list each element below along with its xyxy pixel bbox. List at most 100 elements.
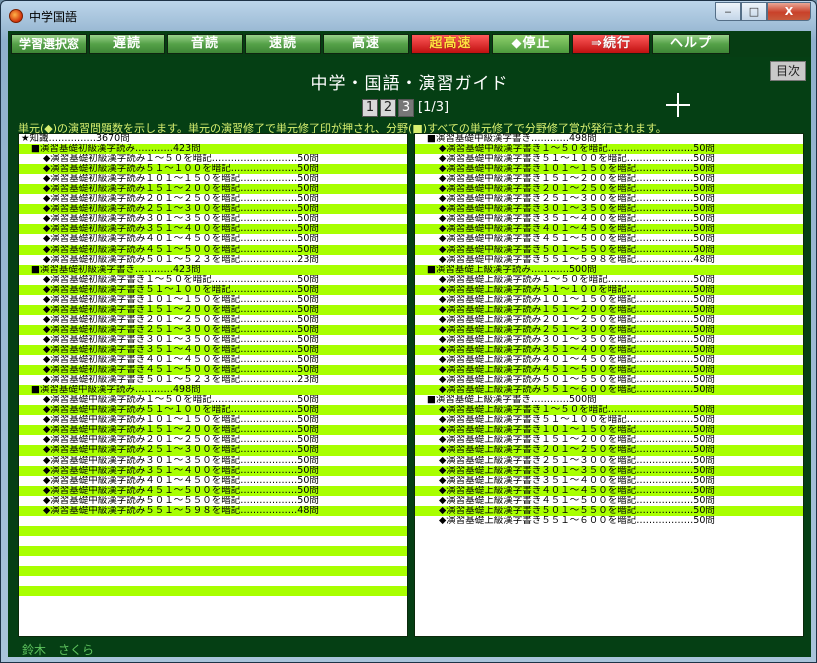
list-item[interactable]: ◆演習基礎初級漢字読み３０１～３５０を暗記………………50問 [19, 214, 407, 224]
list-item[interactable]: ◆演習基礎初級漢字読み４０１～４５０を暗記………………50問 [19, 234, 407, 244]
list-item[interactable]: ◆演習基礎上級漢字読み５０１～５５０を暗記………………50問 [415, 375, 803, 385]
list-item[interactable]: ◆演習基礎初級漢字書き３５１～４００を暗記………………50問 [19, 344, 407, 356]
list-item[interactable]: ◆演習基礎中級漢字書き１０１～１５０を暗記………………50問 [415, 164, 803, 175]
page-nav: 1 2 3 [1/3] [362, 99, 449, 117]
list-item[interactable]: ◆演習基礎中級漢字読み２０１～２５０を暗記………………50問 [19, 435, 407, 445]
category-row[interactable]: ★知識……………3670問 [19, 134, 407, 144]
list-item[interactable]: ◆演習基礎初級漢字読み２０１～２５０を暗記………………50問 [19, 194, 407, 204]
list-item[interactable]: ◆演習基礎初級漢字書き１０１～１５０を暗記………………50問 [19, 295, 407, 305]
list-item[interactable]: ◆演習基礎中級漢字読み５５１～５９８を暗記………………48問 [19, 505, 407, 516]
stop-button[interactable]: ◆停止 [492, 34, 570, 54]
page-1-button[interactable]: 1 [362, 99, 378, 117]
list-item[interactable]: ◆演習基礎中級漢字書き３０１～３５０を暗記………………50問 [415, 204, 803, 215]
continue-button[interactable]: ⇒続行 [572, 34, 650, 54]
app-icon [9, 9, 23, 23]
list-item[interactable]: ◆演習基礎初級漢字書き１５１～２００を暗記………………50問 [19, 304, 407, 315]
ultra-speed-button[interactable]: 超高速 [411, 34, 490, 54]
list-item[interactable]: ◆演習基礎初級漢字書き４５１～５００を暗記………………50問 [19, 365, 407, 376]
list-item[interactable]: ◆演習基礎中級漢字読み３５１～４００を暗記………………50問 [19, 465, 407, 476]
list-item[interactable]: ◆演習基礎初級漢字書き４０１～４５０を暗記………………50問 [19, 355, 407, 365]
list-item[interactable]: ◆演習基礎中級漢字読み２５１～３００を暗記………………50問 [19, 445, 407, 456]
list-item[interactable]: ◆演習基礎初級漢字読み５１～１００を暗記…………………50問 [19, 164, 407, 175]
list-item[interactable]: ◆演習基礎中級漢字読み３０１～３５０を暗記………………50問 [19, 456, 407, 466]
list-item[interactable]: ◆演習基礎中級漢字読み４５１～５００を暗記………………50問 [19, 485, 407, 496]
list-item[interactable]: ◆演習基礎中級漢字読み１～５０を暗記………………………50問 [19, 395, 407, 405]
list-item[interactable]: ◆演習基礎中級漢字読み１５１～２００を暗記………………50問 [19, 425, 407, 436]
list-item[interactable]: ◆演習基礎上級漢字読み１５１～２００を暗記………………50問 [415, 304, 803, 315]
minimize-button[interactable]: ‒ [715, 2, 741, 21]
list-item[interactable]: ◆演習基礎上級漢字書き１～５０を暗記………………………50問 [415, 405, 803, 416]
list-item[interactable]: ◆演習基礎上級漢字書き３０１～３５０を暗記………………50問 [415, 465, 803, 476]
study-select-button[interactable]: 学習選択窓 [11, 34, 87, 54]
list-item[interactable]: ◆演習基礎初級漢字読み４５１～５００を暗記………………50問 [19, 244, 407, 255]
list-item[interactable]: ◆演習基礎上級漢字読み５１～１００を暗記…………………50問 [415, 284, 803, 295]
list-item[interactable]: ◆演習基礎上級漢字書き５０１～５５０を暗記………………50問 [415, 505, 803, 516]
list-item[interactable]: ◆演習基礎中級漢字書き１５１～２００を暗記………………50問 [415, 174, 803, 184]
list-item[interactable]: ◆演習基礎中級漢字書き１～５０を暗記………………………50問 [415, 144, 803, 155]
list-item[interactable]: ◆演習基礎上級漢字書き４５１～５００を暗記………………50問 [415, 496, 803, 506]
list-item[interactable]: ◆演習基礎上級漢字書き２５１～３００を暗記………………50問 [415, 456, 803, 466]
list-item[interactable]: ◆演習基礎上級漢字読み５５１～６００を暗記………………50問 [415, 385, 803, 396]
list-item [19, 516, 407, 526]
toc-button[interactable]: 目次 [770, 61, 806, 81]
title-bar[interactable]: 中学国語 ‒ □ X [1, 1, 816, 31]
list-item[interactable]: ◆演習基礎中級漢字書き５１～１００を暗記…………………50問 [415, 154, 803, 164]
list-item[interactable]: ◆演習基礎初級漢字書き２５１～３００を暗記………………50問 [19, 324, 407, 335]
list-item[interactable]: ◆演習基礎上級漢字読み４５１～５００を暗記………………50問 [415, 365, 803, 376]
list-item[interactable]: ◆演習基礎中級漢字書き５５１～５９８を暗記………………48問 [415, 255, 803, 265]
list-item[interactable]: ◆演習基礎初級漢字書き３０１～３５０を暗記………………50問 [19, 335, 407, 345]
list-item[interactable]: ◆演習基礎中級漢字読み５０１～５５０を暗記………………50問 [19, 496, 407, 506]
list-item[interactable]: ◆演習基礎上級漢字書き１０１～１５０を暗記………………50問 [415, 425, 803, 436]
list-item[interactable]: ◆演習基礎中級漢字読み５１～１００を暗記…………………50問 [19, 405, 407, 416]
list-item[interactable]: ◆演習基礎中級漢字読み１０１～１５０を暗記………………50問 [19, 415, 407, 425]
section-row[interactable]: ■演習基礎初級漢字読み…………423問 [19, 144, 407, 155]
page-3-button[interactable]: 3 [398, 99, 414, 117]
speed-read-button[interactable]: 速読 [245, 34, 321, 54]
list-item[interactable]: ◆演習基礎中級漢字読み４０１～４５０を暗記………………50問 [19, 476, 407, 486]
list-item[interactable]: ◆演習基礎中級漢字書き５０１～５５０を暗記………………50問 [415, 244, 803, 255]
list-item[interactable]: ◆演習基礎上級漢字読み２５１～３００を暗記………………50問 [415, 324, 803, 335]
list-item[interactable]: ◆演習基礎上級漢字読み３０１～３５０を暗記………………50問 [415, 335, 803, 345]
list-item[interactable]: ◆演習基礎中級漢字書き４５１～５００を暗記………………50問 [415, 234, 803, 244]
list-item[interactable]: ◆演習基礎上級漢字書き１５１～２００を暗記………………50問 [415, 435, 803, 445]
list-item[interactable]: ◆演習基礎中級漢字書き４０１～４５０を暗記………………50問 [415, 224, 803, 235]
list-item[interactable]: ◆演習基礎初級漢字読み１５１～２００を暗記………………50問 [19, 184, 407, 195]
list-item [19, 576, 407, 586]
close-button[interactable]: X [767, 2, 811, 21]
list-item[interactable]: ◆演習基礎中級漢字書き２０１～２５０を暗記………………50問 [415, 184, 803, 195]
list-item[interactable]: ◆演習基礎初級漢字読み２５１～３００を暗記………………50問 [19, 204, 407, 215]
maximize-button[interactable]: □ [741, 2, 767, 21]
list-item[interactable]: ◆演習基礎上級漢字読み１～５０を暗記………………………50問 [415, 275, 803, 285]
list-item[interactable]: ◆演習基礎上級漢字読み１０１～１５０を暗記………………50問 [415, 295, 803, 305]
read-aloud-button[interactable]: 音読 [167, 34, 243, 54]
list-item[interactable]: ◆演習基礎上級漢字読み４０１～４５０を暗記………………50問 [415, 355, 803, 365]
page-2-button[interactable]: 2 [380, 99, 396, 117]
list-item[interactable]: ◆演習基礎初級漢字書き５１～１００を暗記…………………50問 [19, 284, 407, 295]
list-item[interactable]: ◆演習基礎上級漢字書き５５１～６００を暗記………………50問 [415, 516, 803, 526]
list-item[interactable]: ◆演習基礎上級漢字書き４０１～４５０を暗記………………50問 [415, 485, 803, 496]
section-row[interactable]: ■演習基礎中級漢字読み…………498問 [19, 385, 407, 396]
list-item[interactable]: ◆演習基礎上級漢字読み２０１～２５０を暗記………………50問 [415, 315, 803, 325]
section-row[interactable]: ■演習基礎中級漢字書き…………498問 [415, 134, 803, 144]
section-row[interactable]: ■演習基礎初級漢字書き…………423問 [19, 264, 407, 275]
list-item[interactable]: ◆演習基礎初級漢字読み５０１～５２３を暗記………………23問 [19, 255, 407, 265]
slow-read-button[interactable]: 遅読 [89, 34, 165, 54]
list-item[interactable]: ◆演習基礎初級漢字読み３５１～４００を暗記………………50問 [19, 224, 407, 235]
list-item[interactable]: ◆演習基礎上級漢字書き５１～１００を暗記…………………50問 [415, 415, 803, 425]
list-item[interactable]: ◆演習基礎上級漢字書き３５１～４００を暗記………………50問 [415, 476, 803, 486]
list-item[interactable]: ◆演習基礎上級漢字読み３５１～４００を暗記………………50問 [415, 344, 803, 356]
list-item[interactable]: ◆演習基礎初級漢字読み１０１～１５０を暗記………………50問 [19, 174, 407, 184]
high-speed-button[interactable]: 高速 [323, 34, 409, 54]
list-item[interactable]: ◆演習基礎中級漢字書き２５１～３００を暗記………………50問 [415, 194, 803, 204]
list-item [19, 556, 407, 566]
list-item[interactable]: ◆演習基礎初級漢字書き５０１～５２３を暗記………………23問 [19, 375, 407, 385]
list-item[interactable]: ◆演習基礎初級漢字読み１～５０を暗記………………………50問 [19, 154, 407, 164]
section-row[interactable]: ■演習基礎上級漢字書き…………500問 [415, 395, 803, 405]
list-item[interactable]: ◆演習基礎初級漢字書き２０１～２５０を暗記………………50問 [19, 315, 407, 325]
section-row[interactable]: ■演習基礎上級漢字読み…………500問 [415, 264, 803, 275]
list-item[interactable]: ◆演習基礎上級漢字書き２０１～２５０を暗記………………50問 [415, 445, 803, 456]
app-window: 中学国語 ‒ □ X 学習選択窓 遅読 音読 速読 高速 超高速 ◆停止 ⇒続行… [0, 0, 817, 663]
list-item[interactable]: ◆演習基礎初級漢字書き１～５０を暗記………………………50問 [19, 275, 407, 285]
list-item[interactable]: ◆演習基礎中級漢字書き３５１～４００を暗記………………50問 [415, 214, 803, 224]
help-button[interactable]: ヘルプ [652, 34, 730, 54]
